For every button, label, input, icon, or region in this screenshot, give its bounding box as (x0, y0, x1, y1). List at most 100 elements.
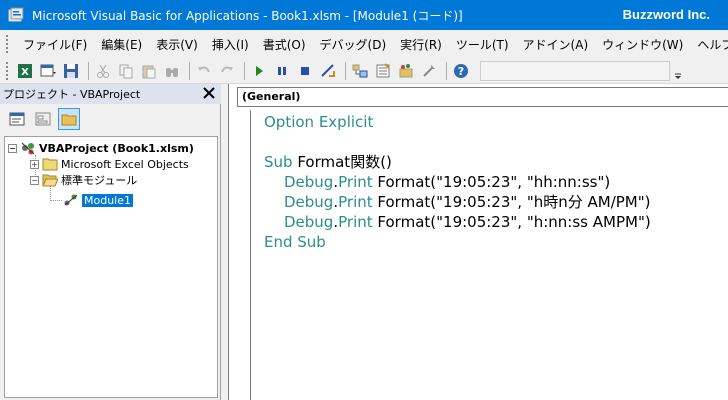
folder-icon (42, 158, 58, 171)
menu-debug[interactable]: デバッグ(D) (313, 36, 394, 53)
toolbar-separator (88, 61, 89, 80)
view-code-button[interactable] (6, 108, 28, 130)
toolbar-separator (189, 61, 190, 80)
keyword: Print (338, 213, 373, 231)
save-button[interactable] (61, 61, 81, 81)
insert-userform-button[interactable] (38, 61, 58, 81)
keyword: Option Explicit (264, 113, 374, 131)
keyword: End Sub (264, 233, 326, 251)
tools-icon (423, 64, 435, 77)
menubar-grip[interactable] (6, 35, 8, 53)
module-icon (64, 194, 78, 206)
tree-item-vbaproject[interactable]: − VBAProject (Book1.xlsm) (8, 140, 194, 156)
code-text: Format関数() (292, 153, 392, 171)
code-line: Debug.Print Format("19:05:23", "hh:nn:ss… (264, 172, 724, 192)
object-browser-icon (399, 63, 413, 77)
tree-item-module1[interactable]: Module1 (63, 192, 133, 208)
binoculars-icon (166, 67, 178, 77)
tree-item-standard-modules[interactable]: − 標準モジュール (30, 172, 137, 188)
svg-text:?: ? (458, 65, 464, 78)
project-explorer-pane: プロジェクト - VBAProject − VBAProject (Book1.… (0, 84, 221, 400)
find-button[interactable] (162, 61, 182, 81)
code-margin[interactable] (229, 110, 251, 400)
help-icon: ? (454, 63, 468, 78)
userform-icon (40, 64, 56, 76)
scissors-icon (97, 64, 109, 78)
menu-window[interactable]: ウィンドウ(W) (595, 36, 690, 53)
vbaproject-icon (21, 142, 35, 155)
object-browser-button[interactable] (396, 61, 416, 81)
toolbar-overflow-icon[interactable] (673, 61, 683, 81)
code-line: End Sub (264, 232, 724, 252)
tree-label-module1: Module1 (82, 193, 133, 207)
folder-icon (61, 114, 77, 126)
excel-icon: X (18, 63, 32, 78)
break-button[interactable] (272, 61, 292, 81)
toggle-folders-button[interactable] (58, 108, 80, 130)
project-explorer-button[interactable] (350, 61, 370, 81)
menu-help[interactable]: ヘルプ(H) (690, 36, 728, 53)
menu-edit[interactable]: 編集(E) (94, 36, 149, 53)
project-tree: − VBAProject (Book1.xlsm) + Microsoft Ex… (4, 136, 218, 398)
code-text: Format("19:05:23", "h時n分 AM/PM") (372, 193, 651, 211)
undo-icon (198, 66, 210, 72)
reset-button[interactable] (295, 61, 315, 81)
redo-button[interactable] (217, 61, 237, 81)
close-icon[interactable] (201, 85, 217, 101)
cut-button[interactable] (93, 61, 113, 81)
code-line: Debug.Print Format("19:05:23", "h:nn:ss … (264, 212, 724, 232)
code-editor[interactable]: Option Explicit Sub Format関数() Debug.Pri… (264, 112, 724, 252)
tree-label-standard-modules: 標準モジュール (61, 174, 138, 187)
tree-connector (50, 200, 62, 201)
toolbar-separator (446, 61, 447, 80)
help-button[interactable]: ? (451, 61, 471, 81)
paste-icon (142, 65, 156, 78)
project-pane-title: プロジェクト - VBAProject (3, 88, 141, 101)
toolbar-separator (244, 61, 245, 80)
view-excel-button[interactable]: X (15, 61, 35, 81)
line-column-indicator (480, 60, 670, 81)
menu-view[interactable]: 表示(V) (149, 36, 205, 53)
view-code-icon (9, 112, 25, 126)
project-pane-header: プロジェクト - VBAProject (0, 84, 221, 104)
menu-tools[interactable]: ツール(T) (449, 36, 516, 53)
play-icon (256, 65, 263, 76)
project-explorer-icon (352, 64, 368, 77)
code-text: Format("19:05:23", "h:nn:ss AMPM") (372, 213, 651, 231)
expand-icon[interactable]: + (30, 159, 39, 169)
code-line: Option Explicit (264, 112, 724, 132)
menu-file[interactable]: ファイル(F) (16, 36, 94, 53)
code-line: Debug.Print Format("19:05:23", "h時n分 AM/… (264, 192, 724, 212)
menu-addins[interactable]: アドイン(A) (516, 36, 596, 53)
keyword: Print (338, 193, 373, 211)
menu-format[interactable]: 書式(O) (256, 36, 313, 53)
undo-button[interactable] (194, 61, 214, 81)
view-object-icon (35, 112, 51, 126)
object-combo[interactable]: (General) (237, 87, 728, 107)
run-button[interactable] (249, 61, 269, 81)
standard-toolbar: X ? (0, 58, 728, 84)
save-icon (64, 63, 78, 78)
collapse-icon[interactable]: − (30, 175, 39, 185)
keyword: Debug (284, 173, 334, 191)
toolbar-grip[interactable] (6, 61, 11, 80)
properties-icon (376, 62, 390, 77)
keyword: Debug (284, 193, 334, 211)
menu-run[interactable]: 実行(R) (393, 36, 449, 53)
view-object-button[interactable] (32, 108, 54, 130)
stop-icon (301, 66, 309, 75)
toolbox-button[interactable] (419, 61, 439, 81)
copy-button[interactable] (116, 61, 136, 81)
tree-label-vbaproject: VBAProject (Book1.xlsm) (39, 141, 194, 155)
copy-icon (119, 64, 133, 78)
paste-button[interactable] (139, 61, 159, 81)
vba-app-icon (8, 7, 24, 22)
menu-insert[interactable]: 挿入(I) (205, 36, 256, 53)
svg-text:X: X (21, 67, 29, 78)
design-mode-button[interactable] (318, 61, 338, 81)
folder-open-icon (42, 174, 58, 187)
properties-button[interactable] (373, 61, 393, 81)
collapse-icon[interactable]: − (8, 143, 17, 153)
tree-item-excel-objects[interactable]: + Microsoft Excel Objects (30, 156, 189, 172)
code-line: Sub Format関数() (264, 152, 724, 172)
